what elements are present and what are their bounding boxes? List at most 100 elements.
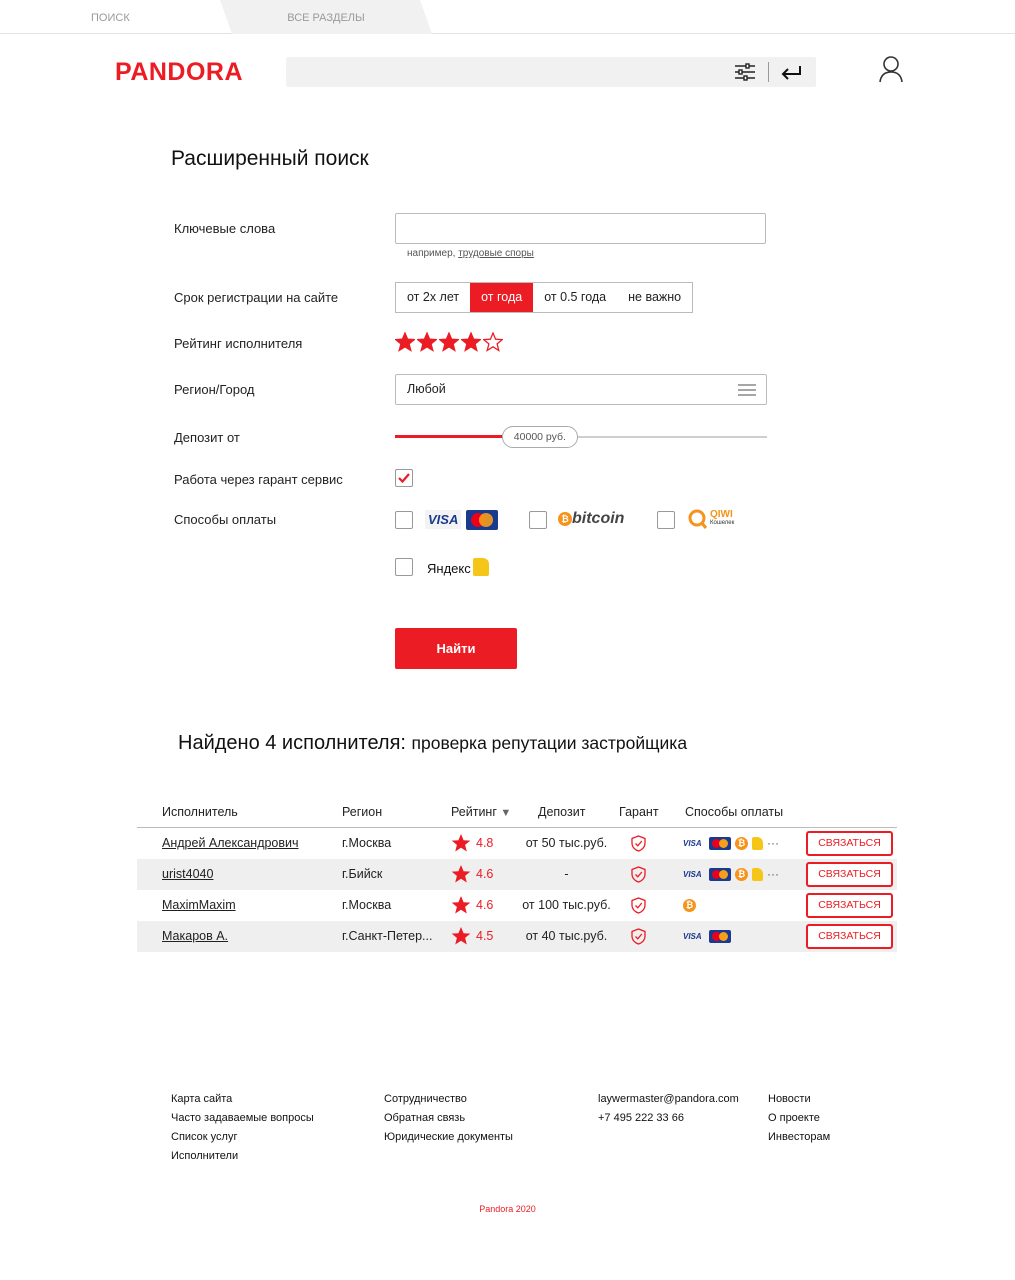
- enter-icon[interactable]: [780, 63, 802, 81]
- deposit-slider[interactable]: 40000 руб.: [395, 424, 767, 450]
- visa-icon: VISA: [683, 869, 702, 879]
- col-deposit[interactable]: Депозит: [538, 805, 585, 819]
- star-icon[interactable]: [439, 332, 459, 352]
- bitcoin-icon: ₿: [683, 899, 696, 912]
- hint-example-link[interactable]: трудовые споры: [458, 248, 534, 259]
- filter-icon[interactable]: [734, 63, 756, 81]
- footer-link[interactable]: Инвесторам: [768, 1128, 830, 1147]
- user-icon[interactable]: [878, 55, 904, 83]
- cards-logo: VISA: [425, 510, 498, 530]
- star-icon: [451, 896, 471, 914]
- performer-name[interactable]: urist4040: [162, 859, 213, 890]
- col-payments[interactable]: Способы оплаты: [685, 805, 783, 819]
- footer-col-4: Новости О проекте Инвесторам: [768, 1090, 830, 1147]
- reg-option-any[interactable]: не важно: [617, 283, 692, 312]
- col-guarantee[interactable]: Гарант: [619, 805, 659, 819]
- col-performer[interactable]: Исполнитель: [162, 805, 238, 819]
- star-icon[interactable]: [417, 332, 437, 352]
- performer-deposit: от 50 тыс.руб.: [525, 836, 608, 850]
- registration-period-selector: от 2х лет от года от 0.5 года не важно: [395, 282, 694, 313]
- yandex-checkbox[interactable]: [395, 558, 413, 576]
- col-region[interactable]: Регион: [342, 805, 382, 819]
- shield-icon: [631, 897, 646, 914]
- results-subheading: проверка репутации застройщика: [411, 733, 688, 753]
- find-button[interactable]: Найти: [395, 628, 517, 669]
- contact-button[interactable]: СВЯЗАТЬСЯ: [806, 862, 893, 887]
- performer-deposit: -: [564, 867, 569, 881]
- page-title: Расширенный поиск: [171, 147, 369, 170]
- footer-link[interactable]: Карта сайта: [171, 1090, 314, 1109]
- footer-email[interactable]: laywermaster@pandora.com: [598, 1090, 739, 1109]
- performer-region: г.Санкт-Петер...: [342, 929, 433, 943]
- rating-label: Рейтинг исполнителя: [174, 336, 303, 351]
- cards-checkbox[interactable]: [395, 511, 413, 529]
- star-icon[interactable]: [395, 332, 415, 352]
- visa-icon: VISA: [683, 931, 702, 941]
- mastercard-icon: [709, 868, 731, 881]
- reg-option-2years[interactable]: от 2х лет: [396, 283, 470, 312]
- yandex-icon: [752, 837, 763, 850]
- bitcoin-icon: ₿: [735, 837, 748, 850]
- star-icon[interactable]: [483, 332, 503, 352]
- performer-name[interactable]: Макаров А.: [162, 921, 228, 952]
- tab-all-sections[interactable]: ВСЕ РАЗДЕЛЫ: [220, 0, 432, 34]
- reg-option-half-year[interactable]: от 0.5 года: [533, 283, 617, 312]
- logo[interactable]: PANDORA: [115, 58, 243, 87]
- footer-link[interactable]: Часто задаваемые вопросы: [171, 1109, 314, 1128]
- mastercard-icon: [465, 510, 498, 530]
- footer-link[interactable]: Список услуг: [171, 1128, 314, 1147]
- performer-rating: 4.8: [476, 836, 494, 850]
- sort-arrow-icon: ▼: [500, 807, 512, 819]
- qiwi-text: QIWI: [710, 509, 733, 520]
- guarantee-label: Работа через гарант сервис: [174, 472, 343, 487]
- table-row: MaximMaxim г.Москва 4.6 от 100 тыс.руб. ₿ СВЯ…: [137, 890, 897, 921]
- performer-deposit: от 40 тыс.руб.: [525, 929, 608, 943]
- footer-link[interactable]: Исполнители: [171, 1147, 314, 1166]
- qiwi-subtext: Кошелек: [710, 520, 735, 526]
- footer-link[interactable]: Новости: [768, 1090, 830, 1109]
- footer-link[interactable]: Обратная связь: [384, 1109, 513, 1128]
- more-icon[interactable]: ···: [767, 828, 779, 859]
- contact-button[interactable]: СВЯЗАТЬСЯ: [806, 831, 893, 856]
- performer-payments: VISA ₿ ···: [683, 859, 779, 890]
- star-icon[interactable]: [461, 332, 481, 352]
- slider-thumb[interactable]: 40000 руб.: [501, 426, 578, 448]
- footer-link[interactable]: О проекте: [768, 1109, 830, 1128]
- keywords-hint: например, трудовые споры: [407, 248, 534, 259]
- region-label: Регион/Город: [174, 382, 255, 397]
- yandex-text: Яндекс: [427, 561, 471, 576]
- performer-name[interactable]: Андрей Александрович: [162, 828, 299, 859]
- mastercard-icon: [709, 837, 731, 850]
- bitcoin-checkbox[interactable]: [529, 511, 547, 529]
- search-bar[interactable]: [286, 57, 816, 87]
- shield-icon: [631, 866, 646, 883]
- col-rating-label: Рейтинг: [451, 805, 497, 819]
- yandex-icon: [752, 868, 763, 881]
- footer-link[interactable]: Сотрудничество: [384, 1090, 513, 1109]
- guarantee-checkbox[interactable]: [395, 469, 413, 487]
- contact-button[interactable]: СВЯЗАТЬСЯ: [806, 893, 893, 918]
- footer-col-3: laywermaster@pandora.com +7 495 222 33 6…: [598, 1090, 739, 1128]
- performer-payments: ₿: [683, 890, 696, 921]
- qiwi-checkbox[interactable]: [657, 511, 675, 529]
- keywords-input[interactable]: [395, 213, 766, 244]
- contact-button[interactable]: СВЯЗАТЬСЯ: [806, 924, 893, 949]
- reg-option-1year[interactable]: от года: [470, 283, 534, 312]
- region-select[interactable]: Любой: [395, 374, 767, 405]
- col-rating[interactable]: Рейтинг ▼: [451, 805, 511, 819]
- table-row: Макаров А. г.Санкт-Петер... 4.5 от 40 тыс.р…: [137, 921, 897, 952]
- more-icon[interactable]: ···: [767, 859, 779, 890]
- visa-logo: VISA: [425, 510, 462, 530]
- performer-name[interactable]: MaximMaxim: [162, 890, 236, 921]
- performer-rating: 4.6: [476, 867, 494, 881]
- bitcoin-text: bitcoin: [572, 510, 625, 527]
- star-icon: [451, 865, 471, 883]
- results-count: Найдено 4 исполнителя:: [178, 732, 406, 754]
- footer-link[interactable]: Юридические документы: [384, 1128, 513, 1147]
- footer-phone[interactable]: +7 495 222 33 66: [598, 1109, 739, 1128]
- results-heading: Найдено 4 исполнителя: проверка репутаци…: [178, 732, 687, 755]
- registration-label: Срок регистрации на сайте: [174, 290, 339, 305]
- tab-search[interactable]: ПОИСК: [91, 0, 130, 34]
- table-row: Андрей Александрович г.Москва 4.8 от 50 тыс…: [137, 828, 897, 859]
- bitcoin-icon: ₿: [735, 868, 748, 881]
